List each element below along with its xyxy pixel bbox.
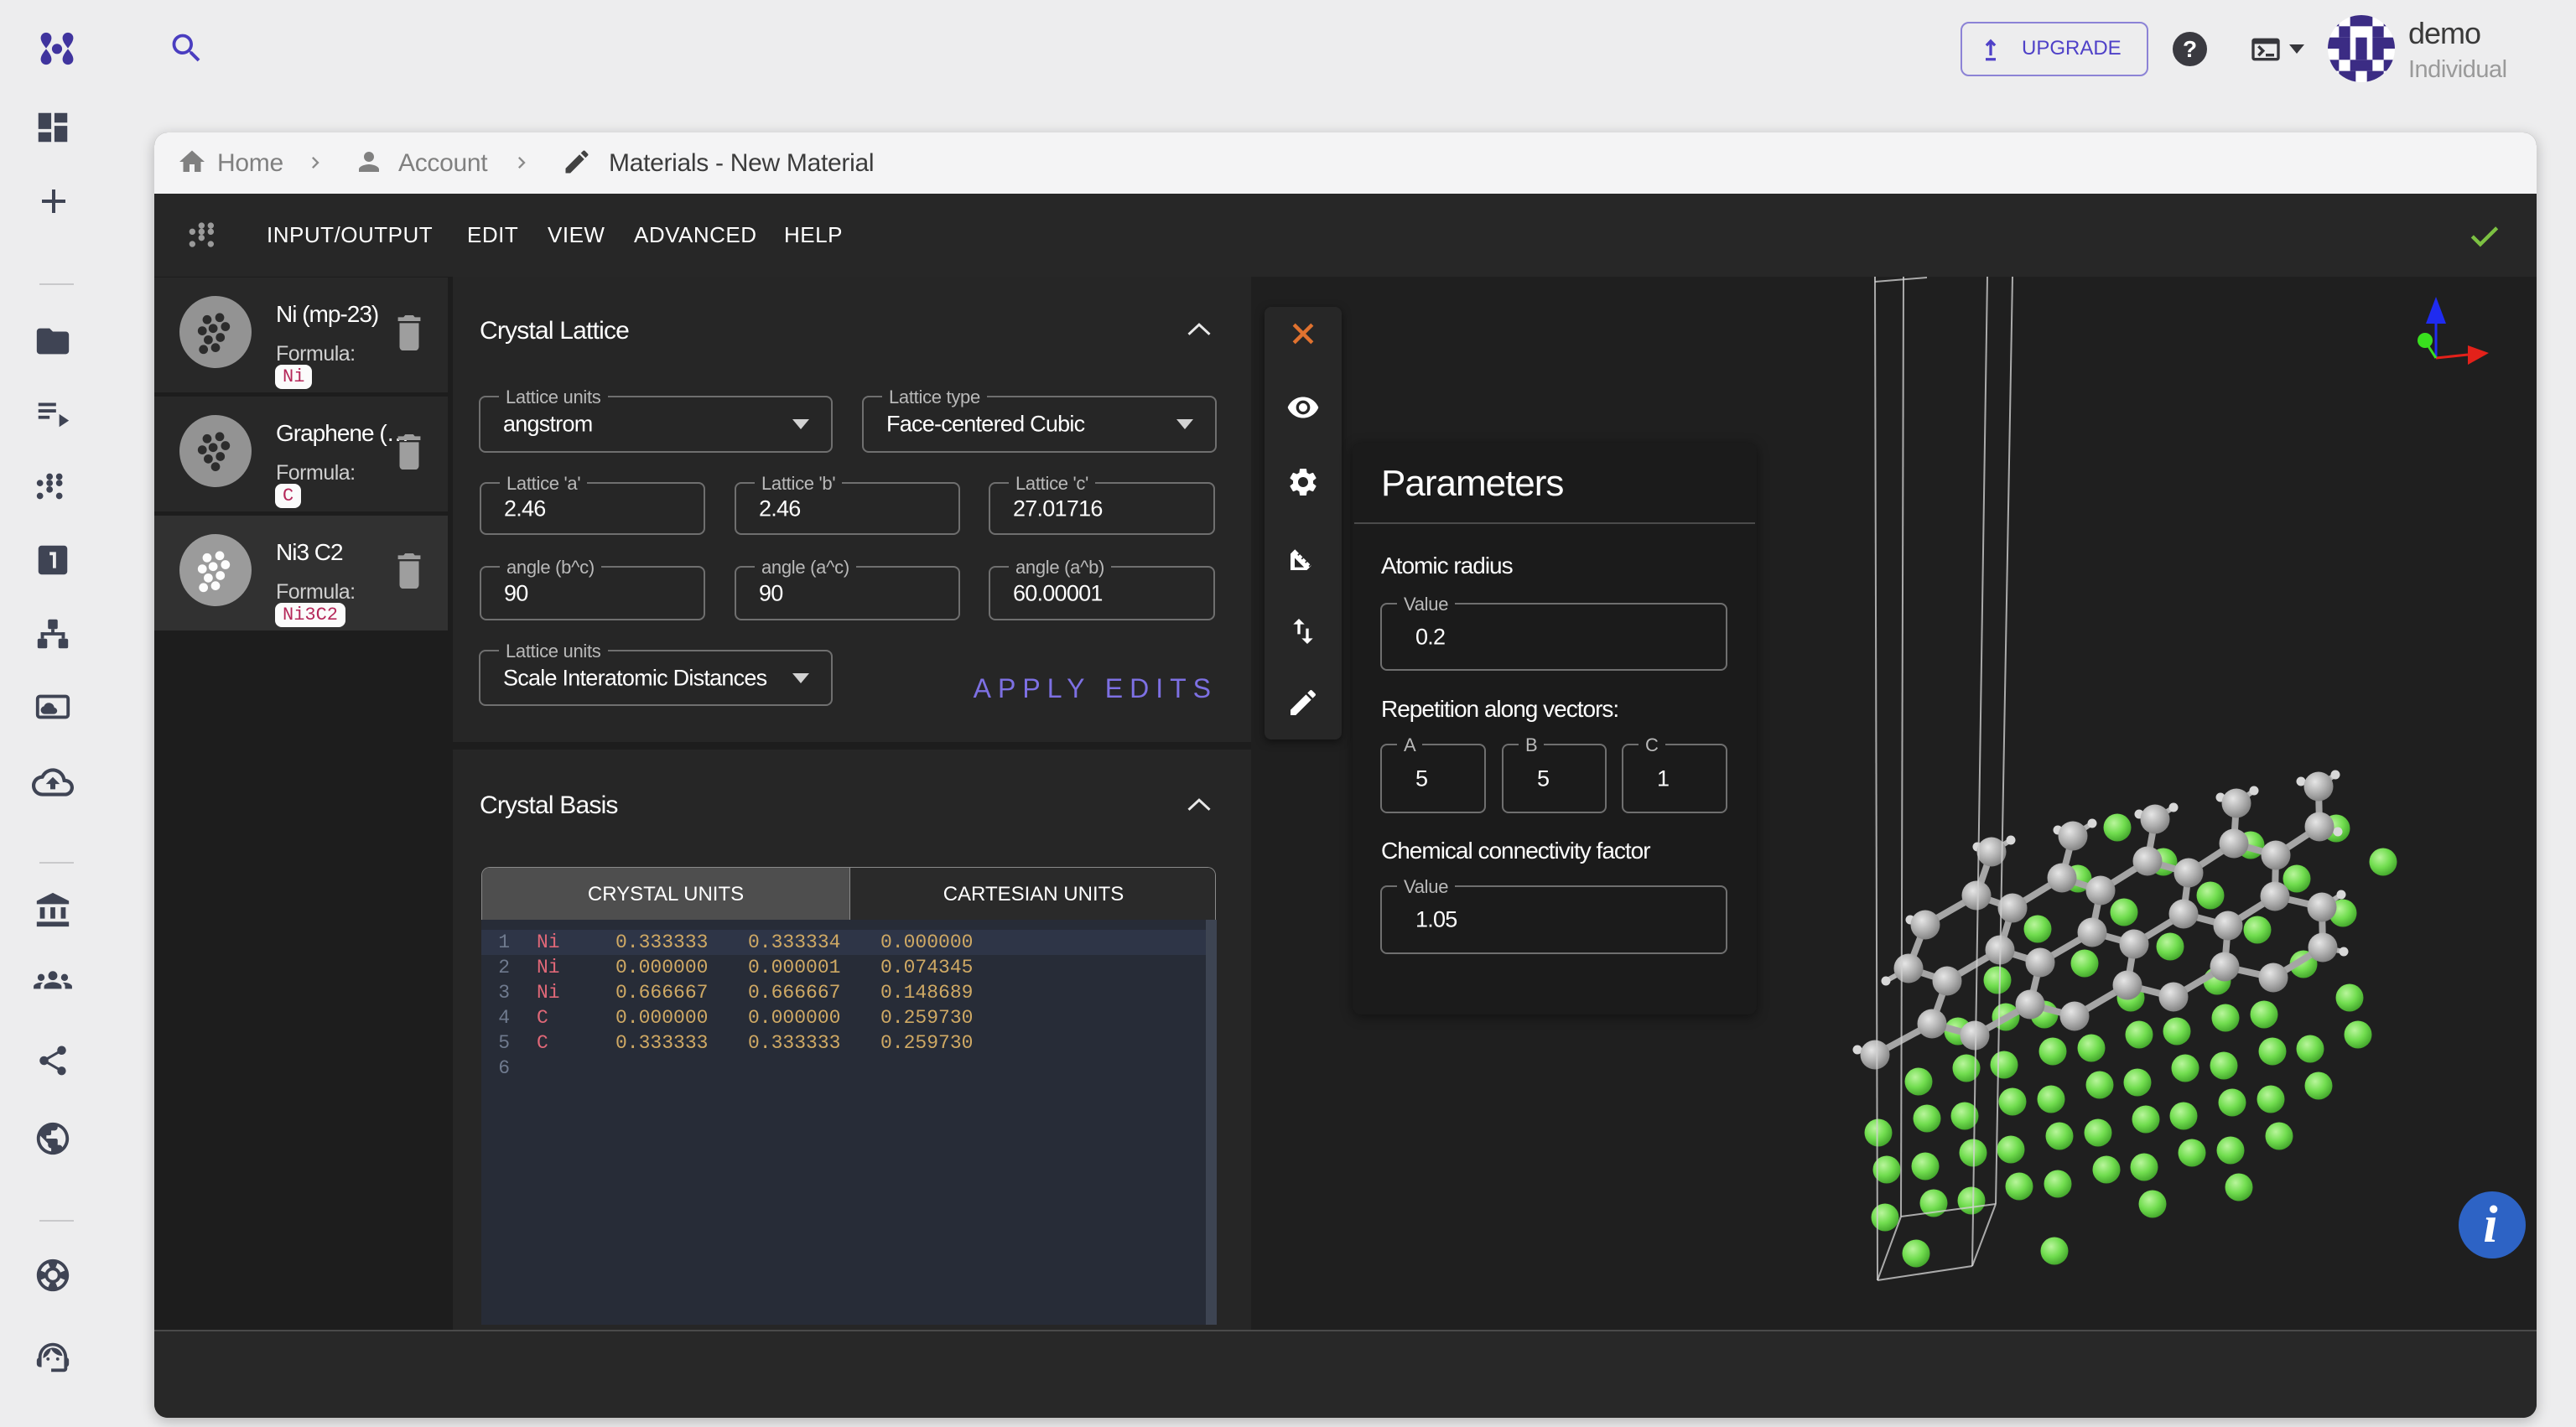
svg-text:i: i <box>2483 1196 2497 1253</box>
